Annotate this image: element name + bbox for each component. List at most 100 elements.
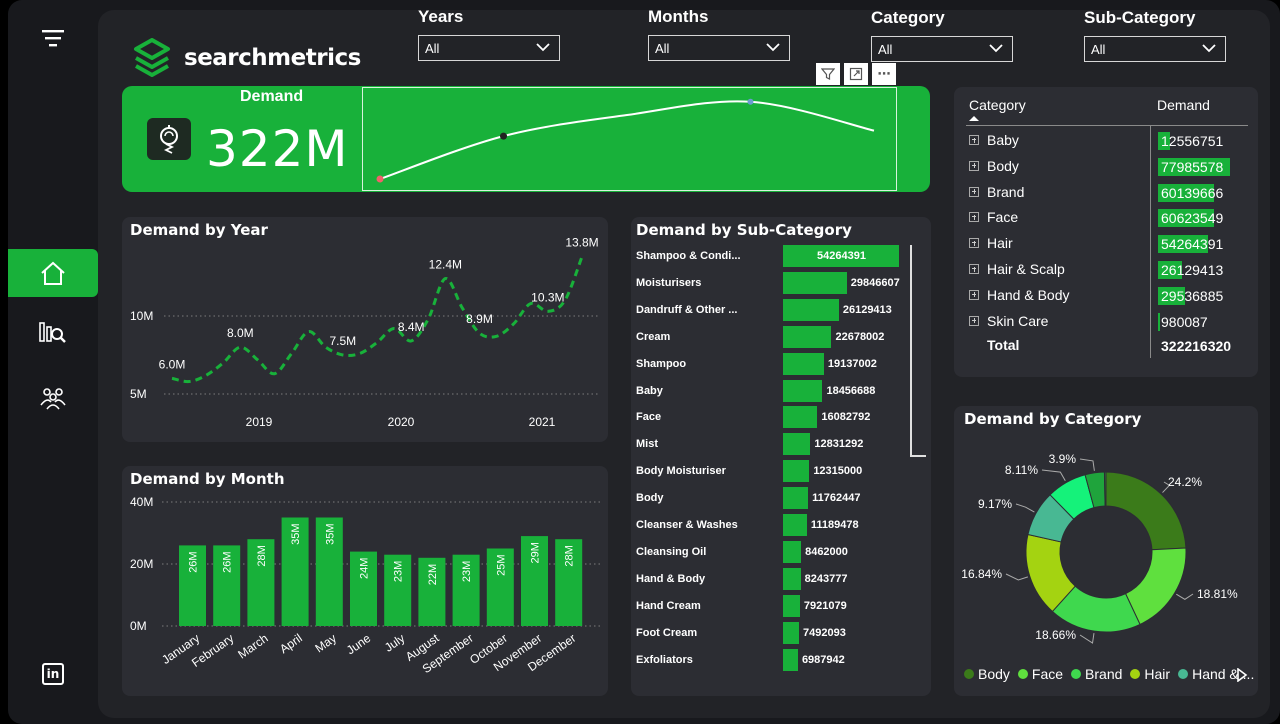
bar-data-label: 11189478 [810,519,859,531]
list-item[interactable]: Body Moisturiser 12315000 [631,458,931,485]
panel-demand-by-category[interactable]: Demand by Category 24.2% 18.81% 18.66% 16.8… [954,406,1258,696]
bar-data-label: 22678002 [835,330,885,343]
focus-mode-icon[interactable] [844,63,868,85]
sub-category-label: Moisturisers [636,276,702,289]
table-row[interactable]: Hand & Body 29536885 [954,283,1258,309]
sub-category-label: Cleansing Oil [636,545,707,558]
team-icon[interactable] [8,374,98,422]
months-dropdown[interactable]: All [648,35,790,61]
column-header-demand[interactable]: Demand [1157,97,1210,113]
filter-icon[interactable] [816,63,840,85]
panel-demand-by-month[interactable]: Demand by Month 40M 20M 0M 26M January 26M Feb… [122,466,608,696]
panel-demand-by-year[interactable]: Demand by Year 10M 5M 6.0M 8.0M 7.5M 8.4M 12.4… [122,217,608,442]
list-item[interactable]: Hand Cream 7921079 [631,593,931,620]
list-item[interactable]: Cleansing Oil 8462000 [631,539,931,566]
sparkline-frame [362,87,897,191]
legend-item[interactable]: Hair [1130,666,1170,682]
expand-icon[interactable] [969,264,979,274]
scrollbar[interactable] [910,245,926,457]
sub-category-bar [783,433,811,456]
demand-cell: 54264391 [1161,236,1224,253]
table-row[interactable]: Brand 60139666 [954,180,1258,206]
sort-ascending-icon[interactable] [968,114,980,122]
expand-icon[interactable] [969,212,979,223]
filter-icon[interactable] [8,14,98,62]
sub-category-bar [783,514,807,536]
slice-label: 9.17% [978,497,1012,511]
table-row[interactable]: Body 77985578 [954,154,1258,180]
legend-next-icon[interactable] [1236,668,1248,682]
table-row[interactable]: Skin Care 980087 [954,309,1258,335]
kpi-card-demand[interactable]: Demand 322M [122,86,930,192]
sub-category-bar [783,406,818,429]
bar-data-label: 12315000 [813,465,863,478]
sub-category-bar [783,325,832,348]
demand-cell: 980087 [1161,313,1208,330]
list-item[interactable]: Body 11762447 [631,485,931,512]
expand-icon[interactable] [969,135,979,145]
panel-demand-by-sub-category[interactable]: Demand by Sub-Category Shampoo & Condi..… [631,217,931,696]
legend-item[interactable]: Face [1017,666,1063,682]
list-item[interactable]: Face 16082792 [631,404,931,431]
data-label: 12.4M [429,258,462,272]
list-item[interactable]: Shampoo & Condi... 54264391 [631,243,931,270]
y-tick-label: 5M [130,387,147,401]
expand-icon[interactable] [969,289,979,300]
category-dropdown[interactable]: All [871,36,1013,62]
bar-data-label: 22M [427,564,439,585]
list-item[interactable]: Foot Cream 7492093 [631,620,931,647]
legend-item[interactable]: Brand [1071,666,1122,682]
list-item[interactable]: Dandruff & Other ... 26129413 [631,297,931,324]
list-item[interactable]: Baby 18456688 [631,378,931,405]
bar-data-label: 12831292 [814,438,864,451]
panel-demand-table[interactable]: Category Demand Baby 12556751 Body 77985578… [954,87,1258,377]
y-tick-label: 20M [130,557,153,571]
expand-icon[interactable] [969,315,979,326]
donut-slice[interactable] [1103,471,1107,507]
slice-label: 8.11% [1005,463,1038,477]
x-tick-label: April [277,631,305,656]
sub-category-label: Body [636,492,664,505]
bar-data-label: 7492093 [803,626,846,639]
analytics-icon[interactable] [8,308,98,356]
list-item[interactable]: Cleanser & Washes 11189478 [631,512,931,539]
expand-icon[interactable] [969,238,979,249]
column-header-category[interactable]: Category [969,97,1026,113]
linkedin-icon[interactable]: in [8,650,98,698]
more-options-icon[interactable]: ⋯ [872,63,896,85]
list-item[interactable]: Cream 22678002 [631,324,931,351]
bar-data-label: 25M [495,555,507,576]
panel-title: Demand by Sub-Category [636,221,852,239]
sub-category-bar [783,567,801,590]
slicer-label: Months [648,7,709,26]
list-item[interactable]: Shampoo 19137002 [631,351,931,378]
demand-by-category-donut: 24.2% 18.81% 18.66% 16.84% 9.17% 8.11% 3.9% [961,452,1238,644]
sub-category-dropdown[interactable]: All [1084,36,1226,62]
sub-category-label: Mist [636,438,658,451]
expand-icon[interactable] [969,160,979,171]
table-row[interactable]: Baby 12556751 [954,128,1258,154]
chevron-down-icon [989,44,1003,53]
years-dropdown[interactable]: All [418,35,560,61]
list-item[interactable]: Moisturisers 29846607 [631,270,931,297]
expand-icon[interactable] [969,186,979,197]
slicer-years: Years All [418,7,560,61]
table-row[interactable]: Hair & Scalp 26129413 [954,257,1258,283]
home-icon[interactable] [8,249,98,297]
demand-cell: 60139666 [1161,184,1224,201]
demand-by-year-chart: 10M 5M 6.0M 8.0M 7.5M 8.4M 12.4M 8.9M 10.3M 13.8M… [130,236,600,429]
sub-category-label: Face [636,411,662,424]
data-label: 13.8M [565,236,598,250]
bar-data-label: 26129413 [842,303,892,316]
table-row[interactable]: Face 60623549 [954,205,1258,231]
list-item[interactable]: Exfoliators 6987942 [631,647,931,674]
leader-line [1079,633,1095,644]
category-cell: Hair [987,235,1013,252]
category-cell: Baby [987,132,1019,148]
data-label: 10.3M [531,290,564,304]
list-item[interactable]: Mist 12831292 [631,431,931,458]
legend-item[interactable]: Body [964,666,1010,682]
list-item[interactable]: Hand & Body 8243777 [631,566,931,593]
table-row[interactable]: Hair 54264391 [954,231,1258,257]
data-label: 7.5M [329,334,356,348]
